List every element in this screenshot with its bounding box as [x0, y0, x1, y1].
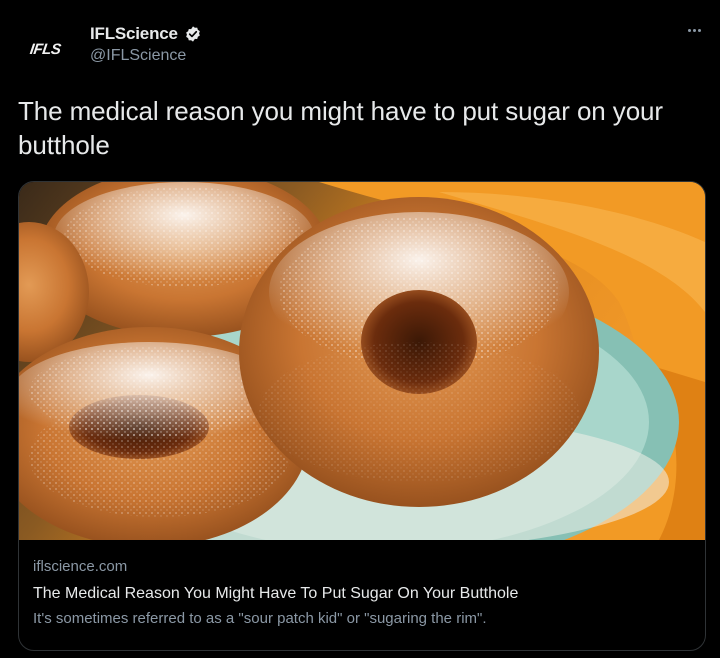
name-row: IFLScience [90, 24, 202, 44]
card-domain: iflscience.com [33, 558, 128, 575]
tweet[interactable]: IFLS IFLScience @IFLScience The medical … [0, 0, 720, 658]
powdered-donuts-photo[interactable] [19, 182, 705, 540]
author-info: IFLScience @IFLScience [90, 24, 202, 65]
avatar-logo-text: IFLS [28, 40, 62, 58]
card-meta: iflscience.com The Medical Reason You Mi… [33, 556, 693, 630]
more-options-icon[interactable] [682, 20, 706, 40]
card-description: It's sometimes referred to as a "sour pa… [33, 610, 487, 627]
avatar[interactable]: IFLS [18, 22, 72, 76]
display-name[interactable]: IFLScience [90, 24, 178, 44]
link-card[interactable]: iflscience.com The Medical Reason You Mi… [18, 181, 706, 651]
card-title[interactable]: The Medical Reason You Might Have To Put… [33, 583, 693, 605]
verified-badge-icon [185, 26, 200, 42]
tweet-text: The medical reason you might have to put… [18, 96, 663, 160]
handle[interactable]: @IFLScience [90, 47, 202, 65]
